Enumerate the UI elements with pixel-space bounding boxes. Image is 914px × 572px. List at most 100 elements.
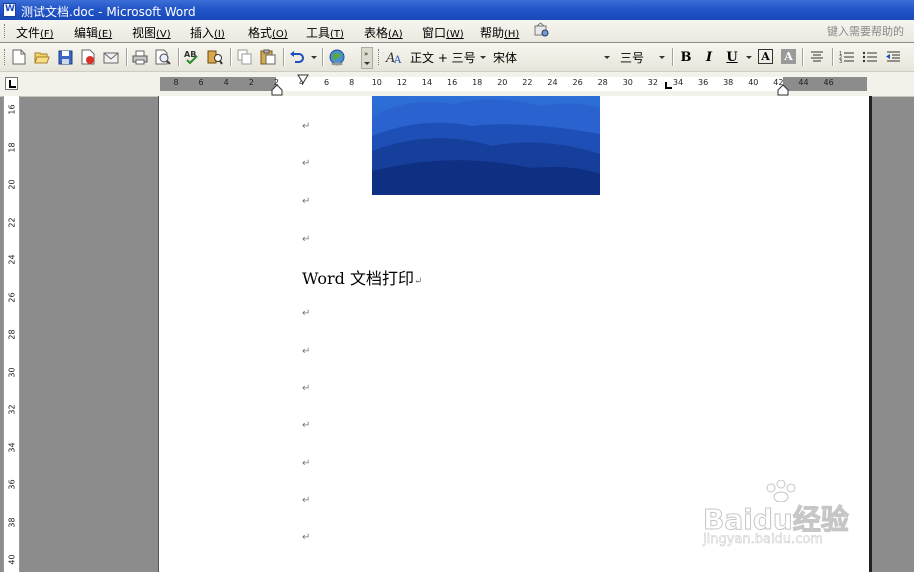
document-text-line[interactable]: Word 文档打印↵	[302, 265, 422, 289]
character-shading-button[interactable]: A	[781, 49, 796, 64]
hanging-indent-icon[interactable]	[271, 84, 283, 96]
toolbar-options-chevron-icon[interactable]: »	[361, 47, 373, 69]
baidu-jingyan-watermark: Baidu经验 jingyan.baidu.com	[703, 480, 868, 552]
paste-icon[interactable]	[259, 48, 277, 66]
ruler-number: 24	[547, 78, 558, 87]
paragraph-mark: ↵	[302, 495, 311, 506]
ruler-number: 28	[7, 329, 17, 340]
undo-dropdown-icon[interactable]	[311, 56, 317, 59]
italic-button[interactable]: I	[700, 48, 718, 66]
font-size-select[interactable]: 三号	[620, 48, 644, 66]
ruler-number: 44	[798, 78, 809, 87]
paragraph-mark: ↵	[302, 383, 311, 394]
menu-window[interactable]: 窗口(W)	[422, 24, 464, 41]
menu-help[interactable]: 帮助(H)	[480, 24, 519, 41]
ruler-number: 22	[7, 216, 17, 228]
numbering-icon[interactable]: 123	[838, 48, 856, 66]
menu-bar: 文件(F) 编辑(E) 视图(V) 插入(I) 格式(O) 工具(T) 表格(A…	[0, 20, 914, 42]
open-folder-icon[interactable]	[33, 48, 51, 66]
ruler-number: 6	[324, 78, 330, 87]
font-select[interactable]: 宋体	[493, 48, 517, 66]
new-document-icon[interactable]	[10, 48, 28, 66]
tab-selector-icon[interactable]	[5, 77, 18, 90]
ruler-number: 20	[7, 179, 17, 190]
ruler-number: 26	[7, 291, 17, 303]
vertical-ruler[interactable]: 16 18 20 22 24 26 28 30 32 34 36 38 40	[3, 96, 20, 572]
menu-tools[interactable]: 工具(T)	[306, 24, 344, 41]
email-icon[interactable]	[102, 48, 120, 66]
document-text: Word 文档打印	[302, 269, 414, 288]
tab-stop-icon[interactable]	[665, 82, 673, 90]
ruler-number: 24	[7, 254, 17, 265]
copy-icon[interactable]	[236, 48, 254, 66]
bullets-icon[interactable]	[861, 48, 879, 66]
menu-file[interactable]: 文件(F)	[16, 24, 54, 41]
paragraph-mark: ↵	[302, 420, 311, 431]
paragraph-mark: ↵	[302, 158, 311, 169]
word-app-icon[interactable]	[3, 3, 16, 17]
horizontal-ruler[interactable]: 8 6 4 2 2 4 6 8 10 12 14 16 18 20 22 24 26 28 30 32 34 36 38 40…	[160, 77, 867, 91]
ruler-number: 16	[7, 104, 17, 115]
style-dropdown-icon[interactable]	[480, 56, 486, 59]
hyperlink-globe-icon[interactable]	[328, 48, 346, 66]
ruler-number: 34	[672, 78, 684, 87]
character-border-button[interactable]: A	[758, 49, 773, 64]
menu-table[interactable]: 表格(A)	[364, 24, 403, 41]
format-toolbar-grip[interactable]	[378, 49, 381, 65]
print-preview-icon[interactable]	[154, 48, 172, 66]
ruler-number: 22	[522, 78, 533, 87]
menu-format[interactable]: 格式(O)	[248, 24, 288, 41]
align-center-icon[interactable]	[808, 48, 826, 66]
paragraph-mark: ↵	[302, 121, 311, 132]
ruler-number: 8	[349, 78, 355, 87]
menu-edit[interactable]: 编辑(E)	[74, 24, 112, 41]
watermark-url: jingyan.baidu.com	[703, 532, 823, 548]
underline-button[interactable]: U	[723, 48, 741, 66]
ruler-number: 26	[572, 78, 583, 87]
toolbar-separator	[178, 48, 180, 66]
horizontal-ruler-bar: 8 6 4 2 2 4 6 8 10 12 14 16 18 20 22 24 26 28 30 32 34 36 38 40…	[0, 72, 914, 97]
right-indent-icon[interactable]	[777, 84, 789, 96]
style-select[interactable]: 正文 + 三号	[410, 48, 476, 66]
research-icon[interactable]	[206, 48, 224, 66]
toolbar-separator	[672, 48, 674, 66]
ruler-number: 8	[173, 78, 179, 87]
toolbar-separator	[832, 48, 834, 66]
ruler-number: 40	[748, 78, 759, 87]
menubar-grip[interactable]	[4, 24, 7, 38]
save-icon[interactable]	[56, 48, 74, 66]
menu-insert[interactable]: 插入(I)	[190, 24, 225, 41]
paragraph-mark: ↵	[302, 308, 311, 319]
toolbar-separator	[322, 48, 324, 66]
paragraph-mark: ↵	[302, 458, 311, 469]
font-dropdown-icon[interactable]	[604, 56, 610, 59]
help-search-icon[interactable]	[533, 22, 550, 38]
ruler-number: 38	[7, 516, 17, 528]
window-title: 测试文档.doc - Microsoft Word	[21, 5, 196, 19]
font-size-dropdown-icon[interactable]	[659, 56, 665, 59]
bold-button[interactable]: B	[677, 48, 695, 66]
permission-icon[interactable]	[79, 48, 97, 66]
inserted-landscape-image[interactable]	[372, 96, 600, 195]
menu-view[interactable]: 视图(V)	[132, 24, 171, 41]
decrease-indent-icon[interactable]	[884, 48, 902, 66]
ruler-number: 34	[7, 441, 17, 453]
help-question-input[interactable]: 键入需要帮助的	[827, 23, 904, 39]
paragraph-mark: ↵	[302, 346, 311, 357]
ruler-number: 38	[723, 78, 734, 87]
toolbar-separator	[283, 48, 285, 66]
ruler-number: 2	[248, 78, 254, 87]
first-line-indent-icon[interactable]	[297, 74, 309, 84]
underline-dropdown-icon[interactable]	[746, 56, 752, 59]
paragraph-mark: ↵	[302, 532, 311, 543]
ruler-number: 46	[823, 78, 834, 87]
ruler-number: 32	[7, 404, 17, 415]
ruler-number: 16	[447, 78, 458, 87]
ruler-number: 30	[7, 366, 17, 378]
toolbar-grip[interactable]	[4, 49, 7, 65]
toolbar-separator	[126, 48, 128, 66]
styles-formatting-icon[interactable]: AA	[385, 48, 403, 66]
undo-icon[interactable]	[288, 48, 306, 66]
spelling-grammar-icon[interactable]: AB	[183, 48, 201, 66]
print-icon[interactable]	[131, 48, 149, 66]
